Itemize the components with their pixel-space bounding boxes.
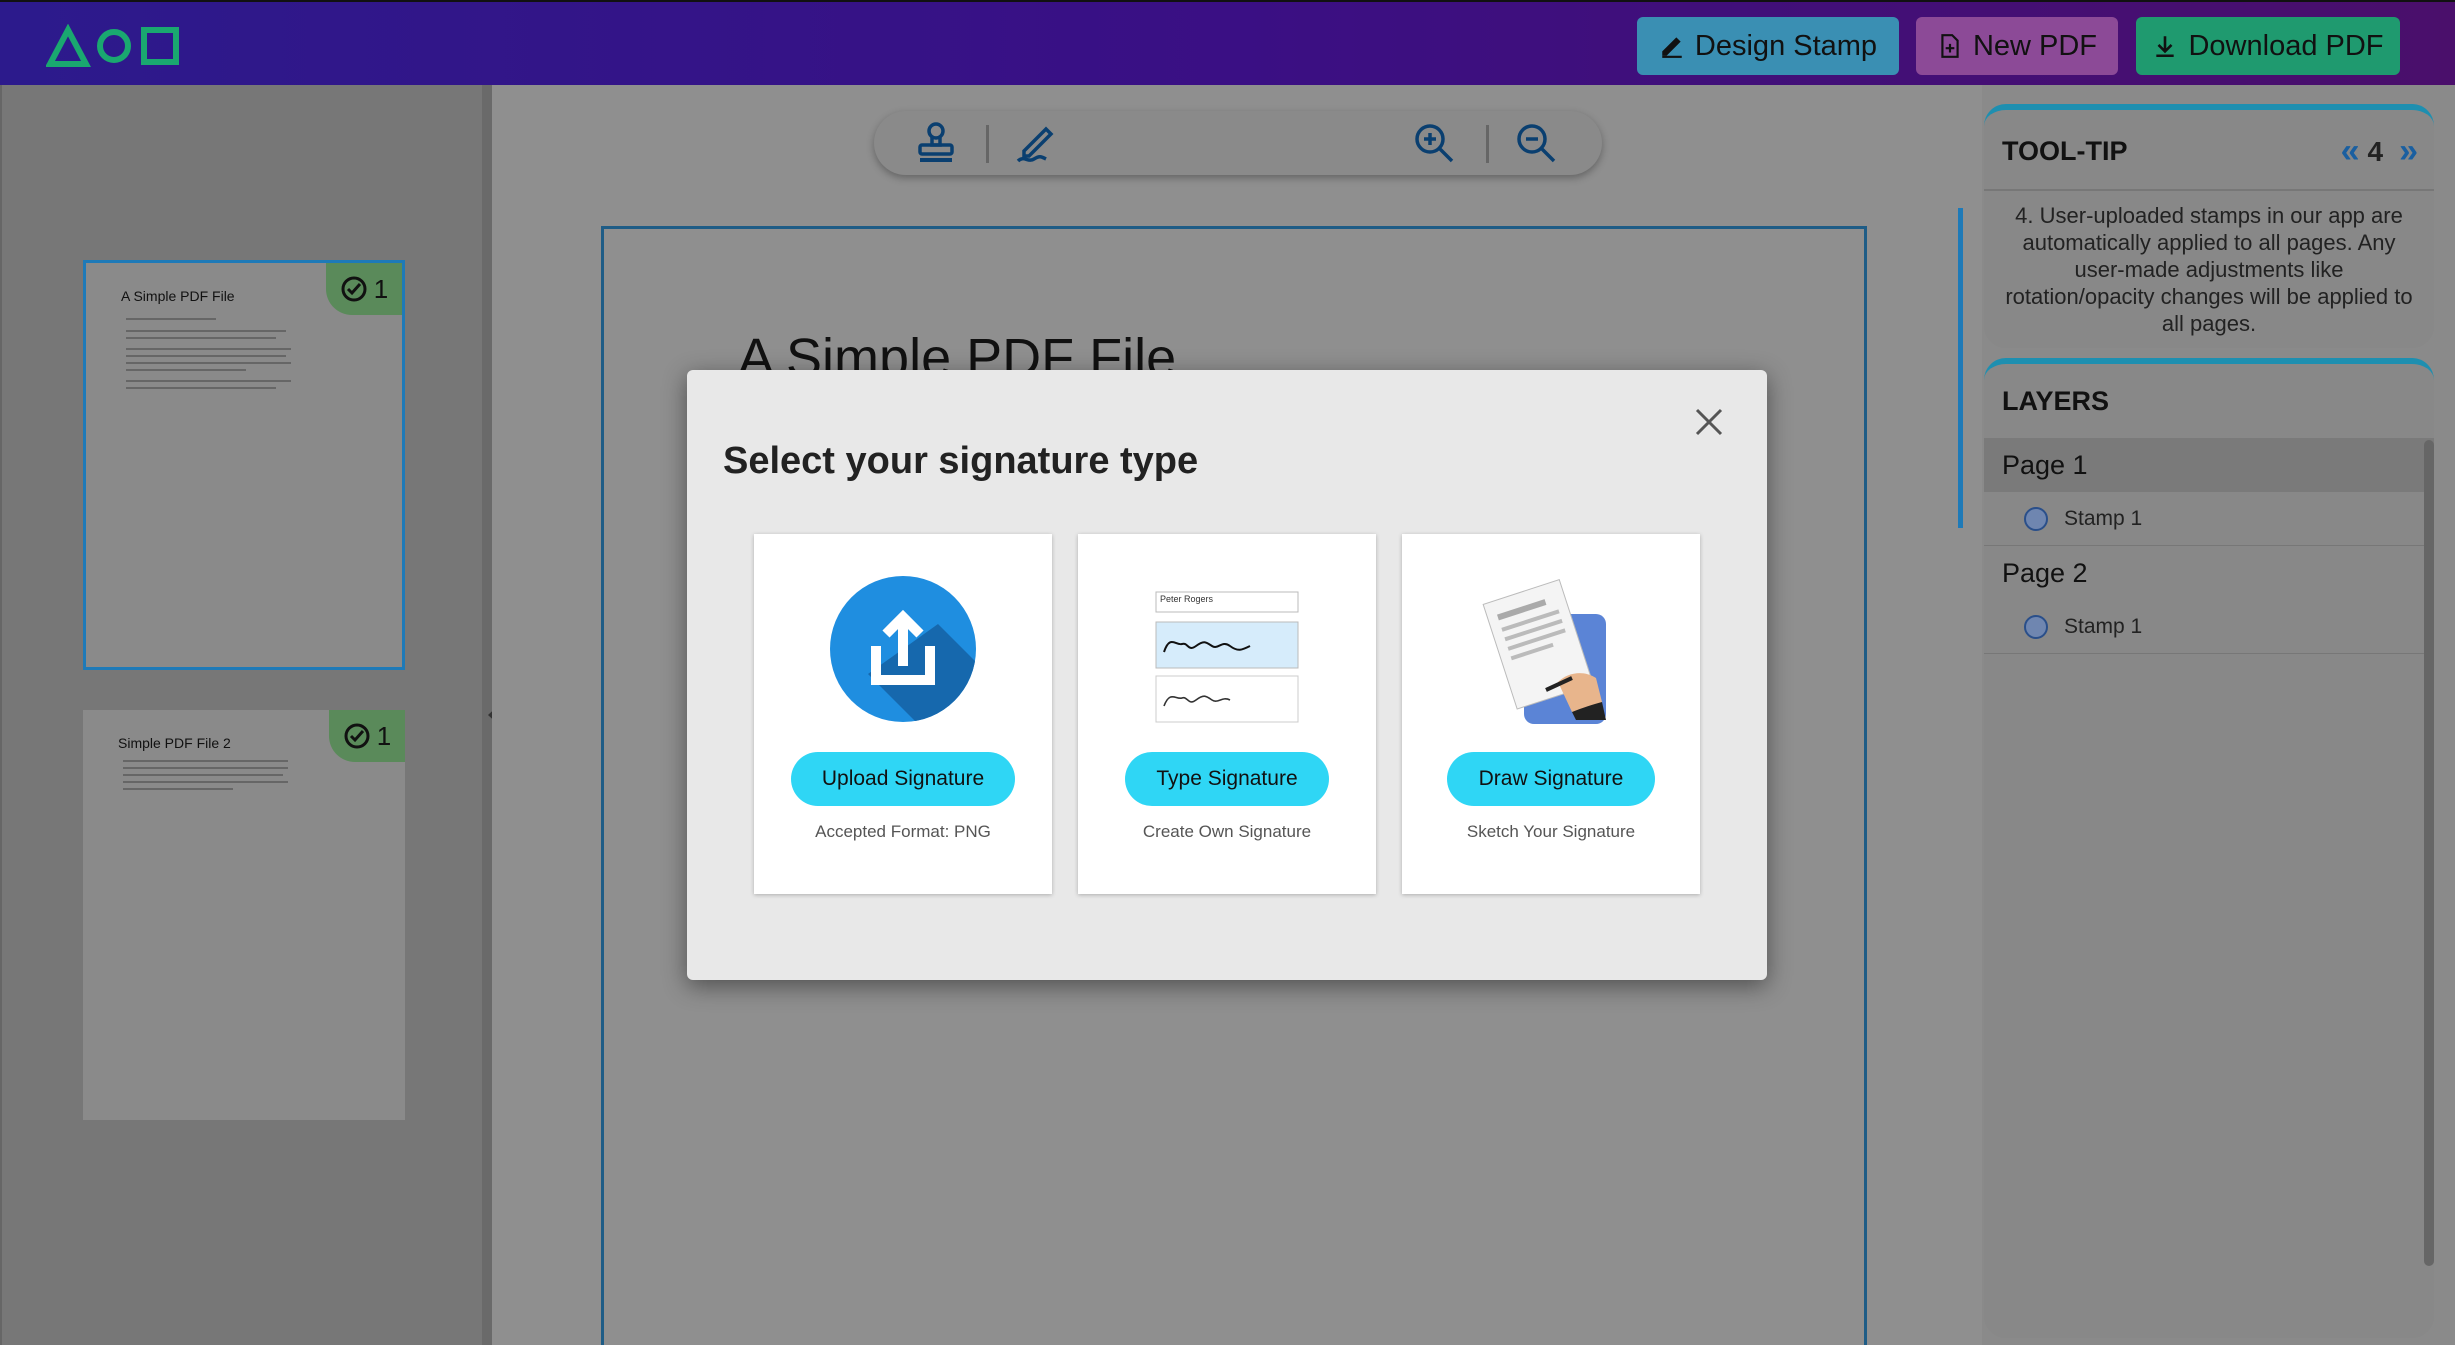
page-thumbnail-2[interactable]: Simple PDF File 2 1 bbox=[83, 710, 405, 1120]
layer-page-label: Page 2 bbox=[2002, 557, 2088, 588]
layer-stamp-label: Stamp 1 bbox=[2064, 614, 2143, 638]
next-tip-icon[interactable]: » bbox=[2399, 132, 2418, 171]
stamp-layer-icon bbox=[2024, 614, 2048, 639]
badge-count: 1 bbox=[376, 720, 392, 751]
tooltip-text: 4. User-uploaded stamps in our app are a… bbox=[2005, 203, 2413, 336]
type-signature-button[interactable]: Type Signature bbox=[1125, 752, 1329, 806]
layer-page-2[interactable]: Page 2 bbox=[1984, 546, 2434, 600]
upload-signature-button[interactable]: Upload Signature bbox=[791, 752, 1015, 806]
layers-scrollbar[interactable] bbox=[2424, 440, 2434, 1266]
tooltip-index: 4 bbox=[2367, 135, 2384, 167]
new-pdf-button[interactable]: New PDF bbox=[1916, 17, 2118, 75]
stamp-count-badge: 1 bbox=[326, 263, 402, 315]
signature-icon[interactable] bbox=[1014, 121, 1058, 165]
download-pdf-button[interactable]: Download PDF bbox=[2136, 17, 2400, 75]
upload-signature-card[interactable]: Upload Signature Accepted Format: PNG bbox=[754, 534, 1052, 894]
page-thumbnail-1[interactable]: A Simple PDF File 1 bbox=[83, 260, 405, 670]
previous-tip-icon[interactable]: « bbox=[2341, 132, 2360, 171]
download-pdf-label: Download PDF bbox=[2188, 29, 2384, 62]
new-file-icon bbox=[1941, 34, 1959, 58]
layer-page-label: Page 1 bbox=[2002, 449, 2088, 480]
type-signature-card[interactable]: Peter Rogers Type Signature Create Own S… bbox=[1078, 534, 1376, 894]
viewer-scrollbar[interactable] bbox=[1958, 208, 1963, 528]
download-icon bbox=[2156, 36, 2175, 58]
layers-panel: LAYERS Page 1 Stamp 1 Page 2 Stamp 1 bbox=[1984, 358, 2434, 1338]
layer-stamp-item[interactable]: Stamp 1 bbox=[1984, 600, 2434, 654]
pencil-icon bbox=[1662, 37, 1682, 58]
check-circle-icon bbox=[341, 276, 367, 302]
stamp-layer-icon bbox=[2024, 506, 2048, 531]
app-header: Design Stamp New PDF Download PDF bbox=[0, 0, 2455, 85]
thumbnail-title: Simple PDF File 2 bbox=[118, 735, 231, 751]
close-icon[interactable] bbox=[1689, 402, 1729, 442]
sample-name-text: Peter Rogers bbox=[1160, 594, 1214, 604]
modal-title: Select your signature type bbox=[723, 440, 1199, 482]
new-pdf-label: New PDF bbox=[1972, 29, 2098, 62]
layer-stamp-label: Stamp 1 bbox=[2064, 506, 2143, 530]
tooltip-panel: TOOL-TIP « 4 » 4. User-uploaded stamps i… bbox=[1984, 104, 2434, 348]
zoom-out-icon[interactable] bbox=[1514, 121, 1558, 165]
divider bbox=[1984, 189, 2434, 191]
tooltip-heading: TOOL-TIP bbox=[2002, 136, 2128, 166]
stamp-count-badge: 1 bbox=[329, 710, 405, 762]
app-logo[interactable] bbox=[46, 24, 186, 68]
draw-signature-button[interactable]: Draw Signature bbox=[1447, 752, 1655, 806]
badge-count: 1 bbox=[373, 273, 389, 304]
check-circle-icon bbox=[344, 723, 370, 749]
layer-stamp-item[interactable]: Stamp 1 bbox=[1984, 492, 2434, 546]
layer-page-1[interactable]: Page 1 bbox=[1984, 438, 2434, 492]
toolbar-separator bbox=[986, 125, 989, 163]
viewer-toolbar bbox=[874, 111, 1602, 175]
zoom-in-icon[interactable] bbox=[1412, 121, 1456, 165]
draw-signature-card[interactable]: Draw Signature Sketch Your Signature bbox=[1402, 534, 1700, 894]
upload-caption: Accepted Format: PNG bbox=[815, 822, 991, 841]
page-thumbnails-panel: A Simple PDF File 1 Simple PDF File 2 1 bbox=[0, 85, 482, 1345]
design-stamp-button[interactable]: Design Stamp bbox=[1637, 17, 1899, 75]
type-caption: Create Own Signature bbox=[1142, 822, 1312, 841]
hand-drawing-icon bbox=[1482, 579, 1606, 724]
toolbar-separator bbox=[1486, 125, 1489, 163]
design-stamp-label: Design Stamp bbox=[1694, 29, 1878, 62]
upload-icon bbox=[830, 576, 976, 722]
stamp-icon[interactable] bbox=[914, 121, 958, 165]
signature-type-modal: Select your signature type Upload Signat… bbox=[687, 370, 1767, 980]
draw-caption: Sketch Your Signature bbox=[1466, 822, 1636, 841]
layers-heading: LAYERS bbox=[2002, 386, 2110, 416]
tooltip-nav: « 4 » bbox=[2341, 132, 2418, 171]
thumbnail-title: A Simple PDF File bbox=[121, 288, 235, 304]
